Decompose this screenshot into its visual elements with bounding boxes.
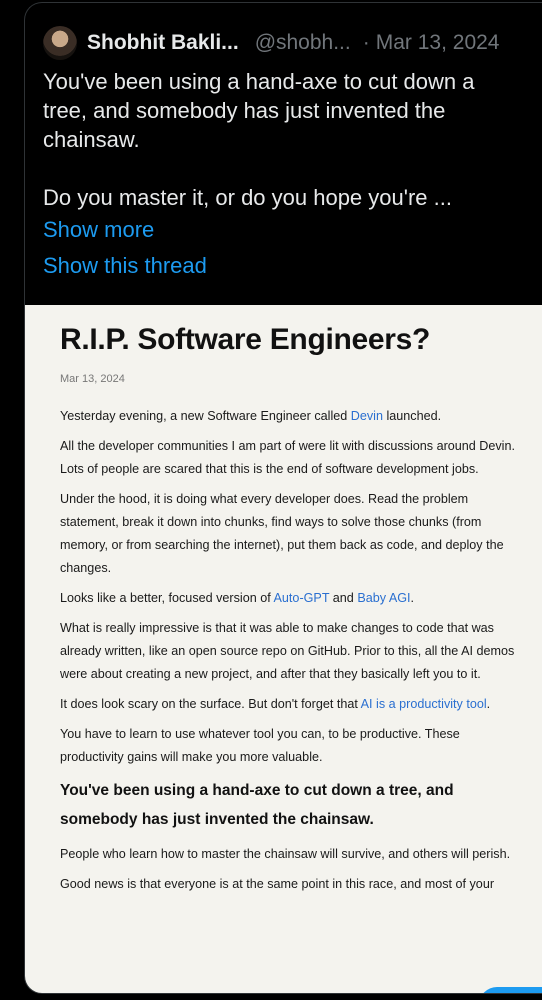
article-paragraph: Yesterday evening, a new Software Engine… — [60, 405, 515, 428]
tweet-paragraph: Do you master it, or do you hope you're … — [43, 185, 452, 210]
article-title: R.I.P. Software Engineers? — [60, 323, 431, 356]
article-paragraph: It does look scary on the surface. But d… — [60, 693, 515, 716]
show-thread-link[interactable]: Show this thread — [43, 251, 207, 281]
article-heading: You've been using a hand-axe to cut down… — [60, 782, 454, 828]
auto-gpt-link[interactable]: Auto-GPT — [274, 591, 330, 605]
devin-link[interactable]: Devin — [351, 409, 383, 423]
show-more-link[interactable]: Show more — [43, 215, 154, 245]
article-paragraph: What is really impressive is that it was… — [60, 621, 515, 681]
text: launched. — [382, 409, 442, 423]
article-paragraph: Good news is that everyone is at the sam… — [60, 877, 495, 891]
article-date: Mar 13, 2024 — [60, 373, 125, 385]
tweet-date[interactable]: Mar 13, 2024 — [376, 31, 500, 55]
article-paragraph: Looks like a better, focused version of … — [60, 587, 515, 610]
separator-dot: · — [362, 31, 370, 54]
article-paragraph: You have to learn to use whatever tool y… — [60, 727, 460, 764]
text: . — [410, 591, 415, 605]
author-name[interactable]: Shobhit Bakli... — [87, 31, 239, 55]
floating-action-button[interactable] — [479, 987, 542, 993]
article-paragraph: All the developer communities I am part … — [60, 439, 515, 476]
text: It does look scary on the surface. But d… — [60, 697, 361, 711]
article-body: Yesterday evening, a new Software Engine… — [60, 405, 515, 903]
text: Yesterday evening, a new Software Engine… — [60, 409, 351, 423]
text: . — [486, 697, 491, 711]
article-paragraph: Under the hood, it is doing what every d… — [60, 492, 504, 575]
tweet-card[interactable]: Shobhit Bakli... @shobh... · Mar 13, 202… — [24, 2, 542, 994]
tweet-header: Shobhit Bakli... @shobh... · Mar 13, 202… — [43, 25, 542, 61]
text: Looks like a better, focused version of — [60, 591, 274, 605]
text: and — [329, 591, 358, 605]
article-image[interactable]: R.I.P. Software Engineers? Mar 13, 2024 … — [25, 305, 542, 993]
productivity-tool-link[interactable]: AI is a productivity tool — [361, 697, 487, 711]
tweet-text: You've been using a hand-axe to cut down… — [43, 67, 513, 212]
avatar[interactable] — [43, 26, 77, 60]
article-paragraph: People who learn how to master the chain… — [60, 847, 511, 861]
author-handle[interactable]: @shobh... — [255, 31, 351, 55]
baby-agi-link[interactable]: Baby AGI — [357, 591, 410, 605]
tweet-paragraph: You've been using a hand-axe to cut down… — [43, 69, 475, 152]
